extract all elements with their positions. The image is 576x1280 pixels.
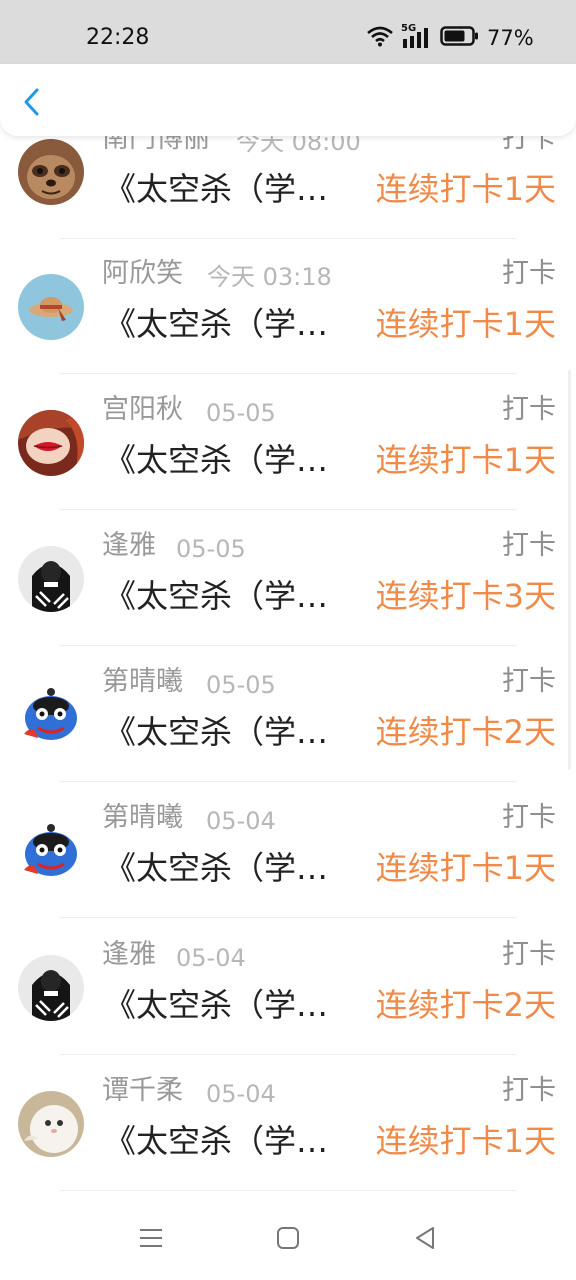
status-bar: 22:28 5G 77% bbox=[0, 0, 576, 64]
course-title[interactable]: 《太空杀（学… bbox=[104, 985, 338, 1025]
streak-text: 连续打卡3天 bbox=[375, 577, 556, 615]
straw-hat-avatar[interactable] bbox=[18, 274, 84, 340]
system-back-button[interactable] bbox=[405, 1222, 445, 1258]
checkin-time: 05-04 bbox=[206, 807, 276, 835]
list-item[interactable]: 谭千柔 05-04 打卡 《太空杀（学… 连续打卡1天 bbox=[0, 1075, 576, 1200]
streak-text: 连续打卡2天 bbox=[375, 713, 556, 751]
wifi-icon bbox=[366, 25, 394, 51]
battery-percent: 77% bbox=[487, 26, 534, 50]
back-triangle-icon bbox=[413, 1226, 437, 1254]
streak-text: 连续打卡1天 bbox=[375, 170, 556, 208]
hoodie-avatar[interactable] bbox=[18, 546, 84, 612]
user-name: 第晴曦 bbox=[102, 666, 183, 697]
home-button[interactable] bbox=[268, 1222, 308, 1258]
course-title[interactable]: 《太空杀（学… bbox=[104, 440, 338, 480]
list-item[interactable]: 第晴曦 05-05 打卡 《太空杀（学… 连续打卡2天 bbox=[0, 666, 576, 818]
user-name: 逢雅 bbox=[102, 530, 156, 561]
checkin-list[interactable]: 南门博丽 今天 08:00 打卡 《太空杀（学… 连续打卡1天 阿欣笑 今天 0… bbox=[0, 0, 576, 1200]
streak-text: 连续打卡1天 bbox=[375, 1122, 556, 1160]
menu-button[interactable] bbox=[131, 1222, 171, 1258]
cartoon-ninja-avatar[interactable] bbox=[18, 818, 84, 884]
divider bbox=[60, 509, 516, 510]
status-time: 22:28 bbox=[86, 25, 150, 50]
user-name: 宫阳秋 bbox=[102, 394, 183, 425]
streak-text: 连续打卡2天 bbox=[375, 986, 556, 1024]
checkin-time: 05-04 bbox=[206, 1080, 276, 1108]
course-title[interactable]: 《太空杀（学… bbox=[104, 848, 338, 888]
course-title[interactable]: 《太空杀（学… bbox=[104, 304, 338, 344]
checkin-type: 打卡 bbox=[502, 394, 556, 425]
divider bbox=[60, 1190, 516, 1191]
top-nav-bar bbox=[0, 64, 576, 136]
divider bbox=[60, 373, 516, 374]
user-name: 逢雅 bbox=[102, 939, 156, 970]
cellular-signal-icon: 5G bbox=[401, 24, 433, 50]
user-name: 阿欣笑 bbox=[102, 258, 183, 289]
checkin-type: 打卡 bbox=[502, 1075, 556, 1106]
hoodie-avatar[interactable] bbox=[18, 955, 84, 1021]
divider bbox=[60, 1054, 516, 1055]
home-square-icon bbox=[276, 1226, 300, 1254]
user-name: 第晴曦 bbox=[102, 802, 183, 833]
list-item[interactable]: 阿欣笑 今天 03:18 打卡 《太空杀（学… 连续打卡1天 bbox=[0, 258, 576, 410]
divider bbox=[60, 781, 516, 782]
cartoon-ninja-avatar[interactable] bbox=[18, 682, 84, 748]
user-name: 谭千柔 bbox=[102, 1075, 183, 1106]
checkin-type: 打卡 bbox=[502, 802, 556, 833]
checkin-type: 打卡 bbox=[502, 258, 556, 289]
list-item[interactable]: 逢雅 05-04 打卡 《太空杀（学… 连续打卡2天 bbox=[0, 939, 576, 1091]
course-title[interactable]: 《太空杀（学… bbox=[104, 1121, 338, 1161]
checkin-time: 05-04 bbox=[176, 944, 246, 972]
checkin-time: 05-05 bbox=[206, 671, 276, 699]
streak-text: 连续打卡1天 bbox=[375, 441, 556, 479]
divider bbox=[60, 238, 516, 239]
streak-text: 连续打卡1天 bbox=[375, 305, 556, 343]
list-item[interactable]: 宫阳秋 05-05 打卡 《太空杀（学… 连续打卡1天 bbox=[0, 394, 576, 546]
scrollbar[interactable] bbox=[568, 370, 571, 770]
list-item[interactable]: 逢雅 05-05 打卡 《太空杀（学… 连续打卡3天 bbox=[0, 530, 576, 682]
checkin-time: 05-05 bbox=[176, 535, 246, 563]
status-icons: 5G 77% bbox=[366, 24, 534, 52]
streak-text: 连续打卡1天 bbox=[375, 849, 556, 887]
divider bbox=[60, 917, 516, 918]
white-cat-avatar[interactable] bbox=[18, 1091, 84, 1157]
system-nav-bar bbox=[0, 1200, 576, 1280]
course-title[interactable]: 《太空杀（学… bbox=[104, 169, 338, 209]
battery-icon bbox=[440, 25, 480, 51]
divider bbox=[60, 645, 516, 646]
chevron-left-icon bbox=[21, 87, 41, 121]
menu-icon bbox=[138, 1226, 164, 1254]
list-item[interactable]: 南门博丽 今天 08:00 打卡 《太空杀（学… 连续打卡1天 bbox=[0, 123, 576, 275]
checkin-time: 今天 03:18 bbox=[207, 263, 332, 291]
course-title[interactable]: 《太空杀（学… bbox=[104, 576, 338, 616]
list-item[interactable]: 第晴曦 05-04 打卡 《太空杀（学… 连续打卡1天 bbox=[0, 802, 576, 954]
sloth-avatar[interactable] bbox=[18, 139, 84, 205]
red-lips-avatar[interactable] bbox=[18, 410, 84, 476]
checkin-type: 打卡 bbox=[502, 530, 556, 561]
checkin-time: 05-05 bbox=[206, 399, 276, 427]
checkin-type: 打卡 bbox=[502, 666, 556, 697]
checkin-type: 打卡 bbox=[502, 939, 556, 970]
course-title[interactable]: 《太空杀（学… bbox=[104, 712, 338, 752]
back-button[interactable] bbox=[14, 84, 48, 124]
